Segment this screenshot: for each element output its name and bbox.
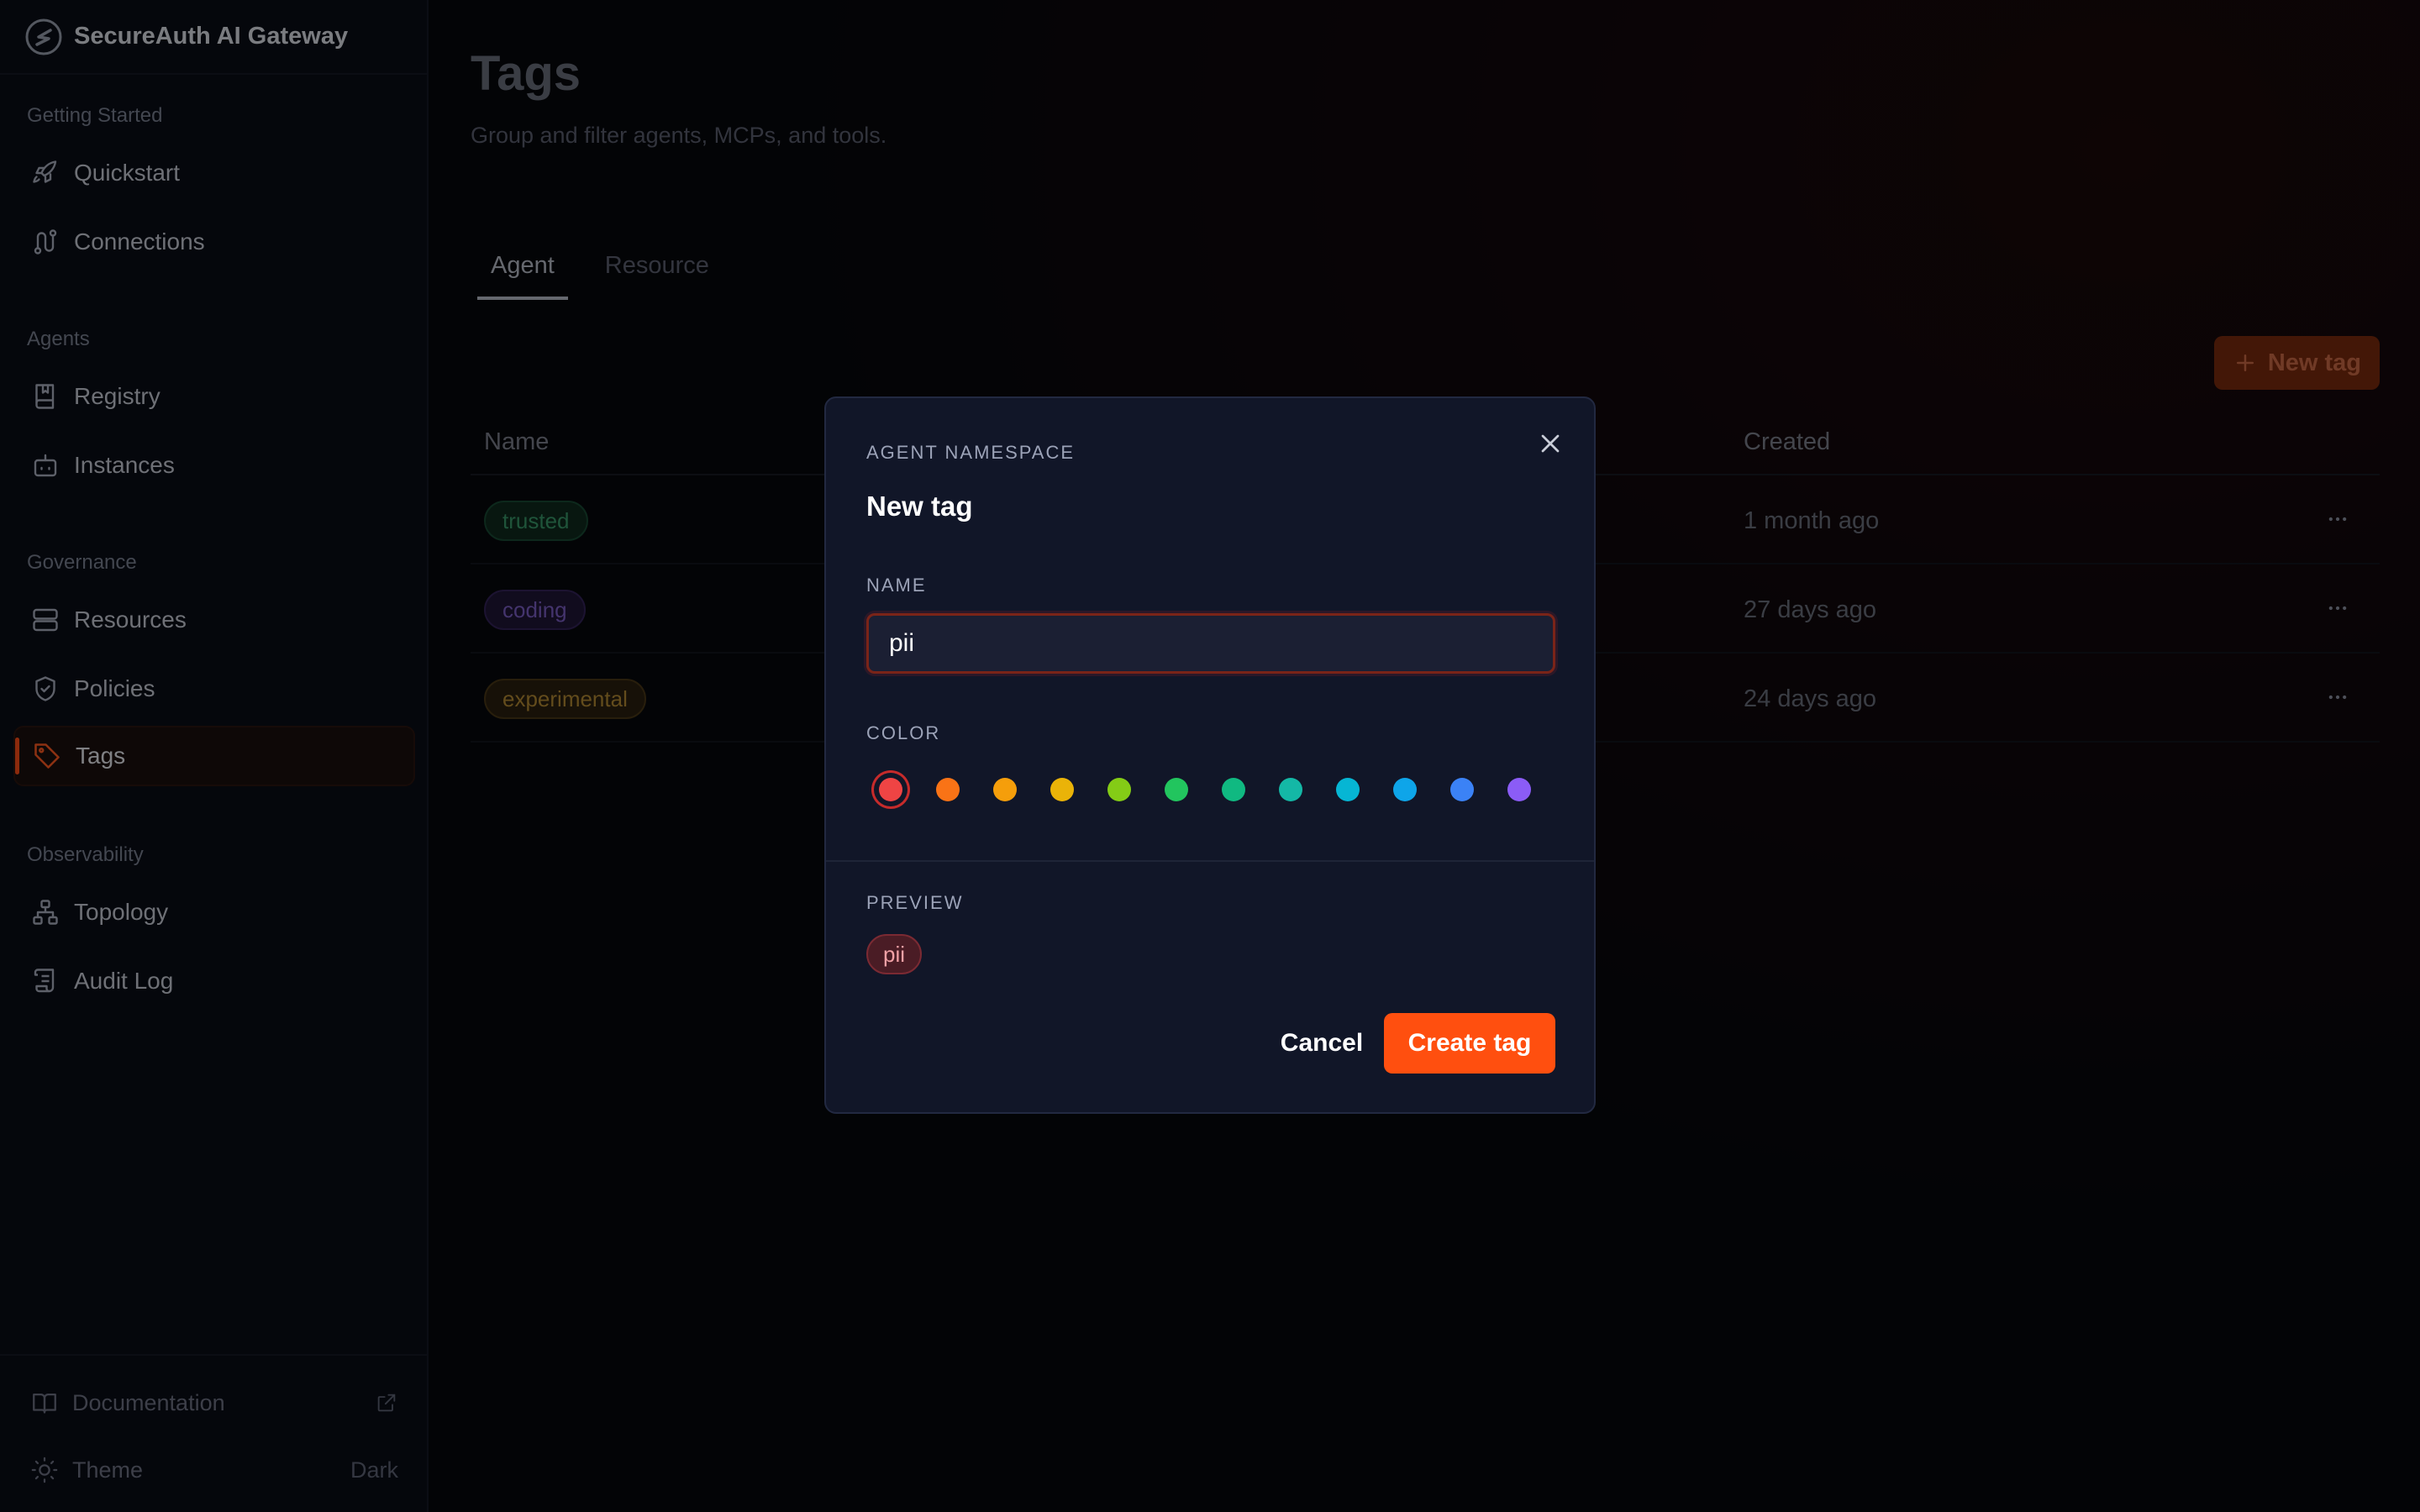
color-swatches (866, 764, 1565, 815)
color-swatch[interactable] (1107, 778, 1131, 801)
name-label: NAME (866, 575, 927, 596)
create-tag-button[interactable]: Create tag (1384, 1013, 1555, 1074)
color-swatch[interactable] (936, 778, 960, 801)
color-swatch[interactable] (1507, 778, 1531, 801)
color-swatch[interactable] (879, 778, 902, 801)
color-swatch[interactable] (993, 778, 1017, 801)
color-swatch[interactable] (1336, 778, 1360, 801)
dialog-eyebrow: AGENT NAMESPACE (866, 442, 1076, 463)
tag-name-input[interactable] (866, 613, 1555, 674)
color-swatch[interactable] (1050, 778, 1074, 801)
new-tag-dialog: AGENT NAMESPACE New tag NAME COLOR PREVI… (824, 396, 1596, 1114)
color-swatch[interactable] (1165, 778, 1188, 801)
color-swatch[interactable] (1279, 778, 1302, 801)
close-icon[interactable] (1535, 428, 1565, 459)
dialog-divider (826, 860, 1594, 862)
color-label: COLOR (866, 722, 941, 743)
color-swatch[interactable] (1393, 778, 1417, 801)
cancel-button[interactable]: Cancel (1263, 1013, 1381, 1074)
preview-label: PREVIEW (866, 892, 964, 913)
preview-tag-chip: pii (866, 934, 923, 974)
color-swatch[interactable] (1222, 778, 1245, 801)
color-swatch[interactable] (1450, 778, 1474, 801)
dialog-title: New tag (866, 491, 973, 522)
